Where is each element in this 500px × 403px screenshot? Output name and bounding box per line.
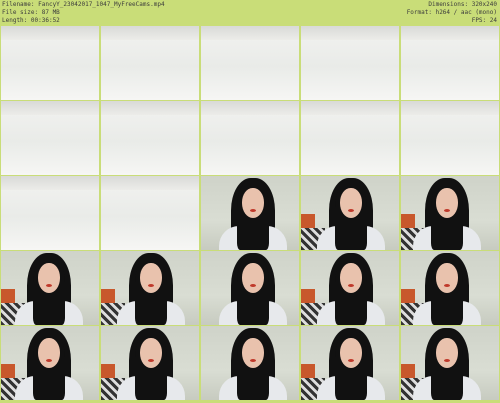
headboard [301,364,315,378]
face [340,188,362,218]
length-text: Length: 00:36:52 [2,17,60,24]
thumbnail-frame[interactable] [401,176,499,250]
thumbnail-frame[interactable] [301,326,399,400]
face [242,338,264,368]
lips [348,284,354,287]
file-info-right: Dimensions: 320x240 Format: h264 / aac (… [407,1,497,25]
lips [46,284,52,287]
face [340,338,362,368]
thumbnail-frame[interactable] [1,251,99,325]
lips [148,359,154,362]
lips [348,209,354,212]
lips [250,359,256,362]
thumbnail-frame[interactable] [301,251,399,325]
dimensions-text: Dimensions: 320x240 [428,1,497,8]
face [436,338,458,368]
thumbnail-grid [1,26,499,402]
thumbnail-frame[interactable] [201,26,299,100]
lips [444,209,450,212]
thumbnail-frame[interactable] [101,251,199,325]
thumbnail-frame[interactable] [1,26,99,100]
face [436,188,458,218]
thumbnail-frame[interactable] [201,326,299,400]
thumbnail-frame[interactable] [101,176,199,250]
headboard [101,289,115,303]
face [38,263,60,293]
lips [148,284,154,287]
thumbnail-frame[interactable] [401,101,499,175]
thumbnail-frame[interactable] [401,26,499,100]
headboard [1,289,15,303]
fps-text: FPS: 24 [471,17,497,24]
thumbnail-frame[interactable] [101,26,199,100]
thumbnail-frame[interactable] [201,101,299,175]
filesize-text: File size: 87 MB [2,9,60,16]
face [242,263,264,293]
headboard [301,289,315,303]
filename-text: Filename: FancyY_23042017_1047_MyFreeCam… [2,1,165,8]
thumbnail-frame[interactable] [301,26,399,100]
face [140,338,162,368]
face [140,263,162,293]
thumbnail-frame[interactable] [301,101,399,175]
lips [250,284,256,287]
lips [444,284,450,287]
headboard [401,214,415,228]
headboard [401,364,415,378]
thumbnail-frame[interactable] [401,326,499,400]
headboard [401,289,415,303]
headboard [301,214,315,228]
sheet-header: Filename: FancyY_23042017_1047_MyFreeCam… [0,0,500,25]
lips [444,359,450,362]
thumbnail-frame[interactable] [201,251,299,325]
face [38,338,60,368]
headboard [1,364,15,378]
lips [250,209,256,212]
lips [348,359,354,362]
headboard [101,364,115,378]
face [436,263,458,293]
face [242,188,264,218]
thumbnail-frame[interactable] [301,176,399,250]
face [340,263,362,293]
thumbnail-frame[interactable] [101,326,199,400]
thumbnail-frame[interactable] [1,176,99,250]
thumbnail-frame[interactable] [401,251,499,325]
thumbnail-frame[interactable] [101,101,199,175]
format-text: Format: h264 / aac (mono) [406,9,497,16]
thumbnail-frame[interactable] [1,101,99,175]
file-info-left: Filename: FancyY_23042017_1047_MyFreeCam… [2,1,165,25]
thumbnail-frame[interactable] [201,176,299,250]
thumbnail-frame[interactable] [1,326,99,400]
lips [46,359,52,362]
